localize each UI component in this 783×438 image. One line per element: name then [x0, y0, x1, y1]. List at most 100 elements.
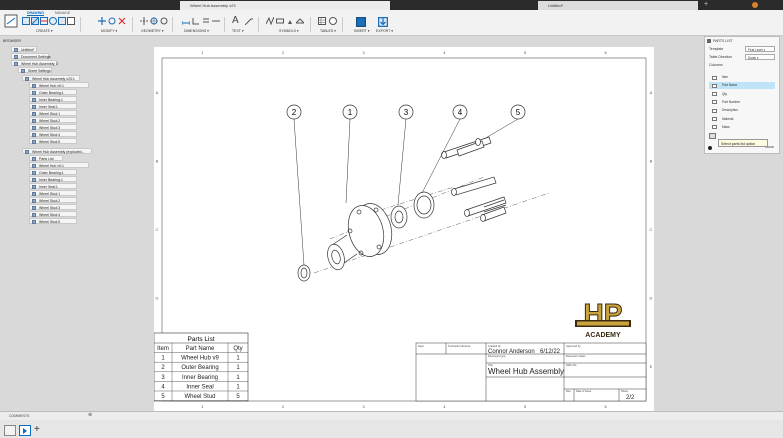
group-label-create[interactable]: CREATE ▾	[36, 29, 53, 33]
browser-node[interactable]: Inner Bearing:1	[29, 176, 77, 182]
browser-node[interactable]: Parts List	[29, 155, 63, 161]
balloon-4[interactable]: 4	[452, 104, 468, 120]
browser-node-label: Wheel Stud:5	[39, 220, 61, 224]
browser-node[interactable]: Inner Seal:1	[29, 183, 77, 189]
comments-panel[interactable]: COMMENTS	[0, 411, 783, 420]
add-sheet-button[interactable]: +	[34, 424, 40, 435]
browser-node[interactable]: Wheel Hub v9:1	[29, 162, 89, 168]
group-label-export[interactable]: EXPORT ▾	[376, 29, 393, 33]
browser-node[interactable]: Inner Bearing:1	[29, 96, 77, 102]
group-label-text[interactable]: TEXT ▾	[232, 29, 244, 33]
sheet-2-thumbnail[interactable]	[19, 425, 31, 436]
drawing-workspace-icon[interactable]	[4, 14, 18, 28]
group-label-modify[interactable]: MODIFY ▾	[101, 29, 117, 33]
browser-title[interactable]: BROWSER	[3, 39, 21, 43]
browser-node[interactable]: Outer Bearing:1	[29, 89, 77, 95]
balloon-2[interactable]: 2	[286, 104, 302, 120]
zone-row-label: C	[156, 227, 159, 232]
ordinate-dimension-icon[interactable]	[192, 17, 200, 25]
create-section-view-icon[interactable]	[40, 17, 48, 25]
balloon-icon[interactable]	[329, 17, 337, 25]
table-direction-select[interactable]: Down ▾	[745, 54, 775, 60]
browser-node[interactable]: Wheel Stud:3	[29, 124, 77, 130]
group-label-dimensions[interactable]: DIMENSIONS ▾	[184, 29, 209, 33]
balloon-3[interactable]: 3	[398, 104, 414, 120]
column-item[interactable]: Part Name	[709, 82, 775, 90]
export-pdf-icon[interactable]	[378, 17, 388, 27]
feature-control-frame-icon[interactable]	[276, 17, 284, 25]
comments-add-icon[interactable]: ⊕	[88, 412, 92, 418]
surface-texture-icon[interactable]	[266, 17, 274, 25]
add-column-icon[interactable]	[709, 133, 716, 139]
group-label-symbols[interactable]: SYMBOLS ▾	[279, 29, 299, 33]
browser-node[interactable]: Outer Bearing:1	[29, 169, 77, 175]
create-base-view-icon[interactable]	[22, 17, 30, 25]
template-select[interactable]: First Level ▾	[745, 46, 775, 52]
group-label-tables[interactable]: TABLES ▾	[320, 29, 336, 33]
column-item[interactable]: Part Number	[709, 99, 775, 106]
insert-image-icon[interactable]	[356, 17, 366, 27]
balloon-5[interactable]: 5	[510, 104, 526, 120]
sheet-1-thumbnail[interactable]	[4, 425, 16, 436]
parts-list-table[interactable]: Parts List Item Part Name Qty1 Wheel Hub v9…	[154, 332, 249, 402]
text-icon[interactable]: A	[232, 15, 239, 26]
browser-node-label: Document Settings	[21, 55, 51, 59]
group-label-geometry[interactable]: GEOMETRY ▾	[141, 29, 164, 33]
browser-node[interactable]: Wheel Stud:1	[29, 190, 77, 196]
create-projected-view-icon[interactable]	[31, 17, 39, 25]
dialog-collapse-icon[interactable]	[707, 39, 711, 43]
balloon-1[interactable]: 1	[342, 104, 358, 120]
baseline-dimension-icon[interactable]	[202, 17, 210, 25]
tab-drawing[interactable]: DRAWING	[27, 11, 44, 16]
browser-node-label: Wheel Hub Assembly (exploded...	[32, 150, 85, 154]
browser-node[interactable]: Wheel Stud:4	[29, 131, 77, 137]
chain-dimension-icon[interactable]	[212, 17, 220, 25]
center-mark-icon[interactable]	[150, 17, 158, 25]
centerline-icon[interactable]	[140, 17, 148, 25]
dimension-icon[interactable]	[182, 17, 190, 25]
browser-node[interactable]: Wheel Stud:4	[29, 211, 77, 217]
browser-node[interactable]: Sheet Settings	[18, 67, 52, 73]
weld-symbol-icon[interactable]	[296, 17, 304, 25]
browser-node[interactable]: Wheel Hub Assembly v23:1	[22, 75, 80, 81]
svg-text:Approved by: Approved by	[566, 344, 581, 348]
browser-node[interactable]: Wheel Hub v9:1	[29, 82, 89, 88]
create-break-view-icon[interactable]	[58, 17, 66, 25]
drawing-sheet[interactable]: 112233445566AABBCCDDEE	[154, 47, 654, 411]
column-item[interactable]: Material	[709, 116, 775, 123]
browser-node[interactable]: Wheel Stud:5	[29, 218, 77, 224]
datum-icon[interactable]	[286, 17, 294, 25]
center-mark-pattern-icon[interactable]	[160, 17, 168, 25]
browser-node[interactable]: Wheel Hub Assembly: 2	[11, 60, 58, 66]
new-tab-icon[interactable]: +	[704, 1, 708, 8]
browser-node-label: Wheel Stud:4	[39, 213, 61, 217]
browser-node[interactable]: Wheel Hub Assembly (exploded...	[22, 148, 92, 154]
svg-text:1: 1	[348, 108, 353, 117]
browser-node[interactable]: Wheel Stud:1	[29, 110, 77, 116]
browser-node[interactable]: Wheel Stud:2	[29, 117, 77, 123]
table-icon[interactable]	[318, 17, 326, 25]
browser-node[interactable]: Wheel Stud:5	[29, 138, 77, 144]
delete-icon[interactable]	[118, 17, 126, 25]
component-icon	[32, 91, 36, 95]
document-tab-untitled[interactable]: Untitled*	[538, 1, 698, 10]
column-item[interactable]: Description	[709, 107, 775, 114]
tab-manage[interactable]: MANAGE	[55, 11, 70, 15]
document-tab-wheel-hub[interactable]: Wheel Hub Assembly v23	[180, 1, 390, 10]
browser-node[interactable]: Inner Seal:1	[29, 103, 77, 109]
info-icon[interactable]	[708, 146, 712, 150]
move-icon[interactable]	[98, 17, 106, 25]
create-sketch-icon[interactable]	[67, 17, 75, 25]
browser-node[interactable]: Wheel Stud:2	[29, 197, 77, 203]
column-item[interactable]: Item	[709, 74, 775, 81]
column-item[interactable]: Mass	[709, 124, 775, 131]
browser-node[interactable]: Document Settings	[11, 53, 51, 59]
browser-node[interactable]: Untitled*	[11, 46, 37, 52]
group-label-insert[interactable]: INSERT ▾	[354, 29, 369, 33]
browser-node[interactable]: Wheel Stud:3	[29, 204, 77, 210]
rotate-icon[interactable]	[108, 17, 116, 25]
account-icon[interactable]	[752, 2, 758, 8]
leader-icon[interactable]	[245, 17, 253, 25]
create-detail-view-icon[interactable]	[49, 17, 57, 25]
column-item[interactable]: Qty	[709, 91, 775, 98]
